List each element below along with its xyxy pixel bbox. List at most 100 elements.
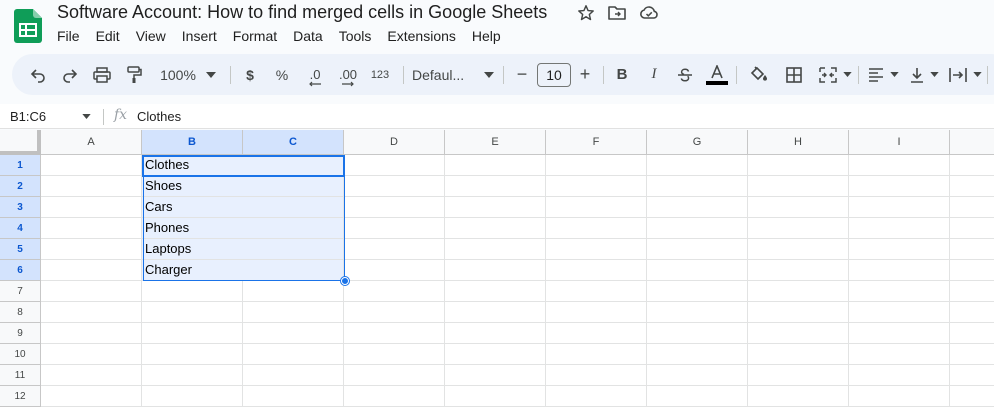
formula-input[interactable]: Clothes	[137, 109, 181, 124]
column-header-e[interactable]: E	[445, 130, 546, 155]
font-size-input[interactable]: 10	[537, 63, 571, 87]
cell-h7[interactable]	[748, 281, 849, 302]
cell-j7[interactable]	[950, 281, 994, 302]
menu-file[interactable]: File	[49, 26, 88, 47]
cell-j2[interactable]	[950, 176, 994, 197]
cell-j1[interactable]	[950, 155, 994, 176]
cell-f10[interactable]	[546, 344, 647, 365]
document-title[interactable]: Software Account: How to find merged cel…	[57, 2, 547, 23]
cell-i1[interactable]	[849, 155, 950, 176]
row-header-3[interactable]: 3	[0, 197, 41, 218]
cell-c11[interactable]	[243, 365, 344, 386]
cell-g11[interactable]	[647, 365, 748, 386]
name-box[interactable]: B1:C6	[10, 109, 46, 124]
column-header-d[interactable]: D	[344, 130, 445, 155]
decrease-decimal-button[interactable]: .0	[302, 54, 328, 95]
cell-c7[interactable]	[243, 281, 344, 302]
cell-j3[interactable]	[950, 197, 994, 218]
row-header-12[interactable]: 12	[0, 386, 41, 407]
cell-f8[interactable]	[546, 302, 647, 323]
redo-icon[interactable]	[58, 54, 82, 95]
cell-e1[interactable]	[445, 155, 546, 176]
cell-h5[interactable]	[748, 239, 849, 260]
cell-a11[interactable]	[41, 365, 142, 386]
font-family-select[interactable]: Defaul...	[412, 54, 494, 95]
cell-j11[interactable]	[950, 365, 994, 386]
text-color-icon[interactable]	[705, 54, 729, 95]
merged-cell-b4-c4[interactable]: Phones	[142, 218, 344, 239]
increase-font-size-button[interactable]: +	[575, 54, 595, 95]
cell-i2[interactable]	[849, 176, 950, 197]
cell-c10[interactable]	[243, 344, 344, 365]
cell-i11[interactable]	[849, 365, 950, 386]
cell-d2[interactable]	[344, 176, 445, 197]
cell-j6[interactable]	[950, 260, 994, 281]
cell-g6[interactable]	[647, 260, 748, 281]
cell-d9[interactable]	[344, 323, 445, 344]
cell-i12[interactable]	[849, 386, 950, 407]
cell-e12[interactable]	[445, 386, 546, 407]
cloud-status-icon[interactable]	[639, 4, 659, 22]
decrease-font-size-button[interactable]: −	[512, 54, 532, 95]
row-header-8[interactable]: 8	[0, 302, 41, 323]
cell-c9[interactable]	[243, 323, 344, 344]
menu-data[interactable]: Data	[285, 26, 331, 47]
menu-help[interactable]: Help	[464, 26, 509, 47]
cell-a8[interactable]	[41, 302, 142, 323]
cell-h2[interactable]	[748, 176, 849, 197]
print-icon[interactable]	[90, 54, 114, 95]
menu-tools[interactable]: Tools	[331, 26, 380, 47]
cell-d4[interactable]	[344, 218, 445, 239]
cell-g3[interactable]	[647, 197, 748, 218]
percent-format-button[interactable]: %	[271, 54, 293, 95]
menu-insert[interactable]: Insert	[174, 26, 225, 47]
merged-cell-b1-c1[interactable]: Clothes	[142, 155, 344, 176]
cell-i7[interactable]	[849, 281, 950, 302]
currency-format-button[interactable]: $	[240, 54, 260, 95]
cell-j12[interactable]	[950, 386, 994, 407]
cell-a3[interactable]	[41, 197, 142, 218]
cell-h11[interactable]	[748, 365, 849, 386]
column-header-g[interactable]: G	[647, 130, 748, 155]
cell-i9[interactable]	[849, 323, 950, 344]
row-header-7[interactable]: 7	[0, 281, 41, 302]
cell-f5[interactable]	[546, 239, 647, 260]
row-header-11[interactable]: 11	[0, 365, 41, 386]
cell-h10[interactable]	[748, 344, 849, 365]
row-header-2[interactable]: 2	[0, 176, 41, 197]
column-header-f[interactable]: F	[546, 130, 647, 155]
cell-f7[interactable]	[546, 281, 647, 302]
cell-g4[interactable]	[647, 218, 748, 239]
row-header-6[interactable]: 6	[0, 260, 41, 281]
horizontal-align-button[interactable]	[865, 54, 901, 95]
column-header-i[interactable]: I	[849, 130, 950, 155]
cell-g7[interactable]	[647, 281, 748, 302]
row-header-5[interactable]: 5	[0, 239, 41, 260]
row-header-4[interactable]: 4	[0, 218, 41, 239]
cell-h8[interactable]	[748, 302, 849, 323]
cell-d8[interactable]	[344, 302, 445, 323]
cell-c12[interactable]	[243, 386, 344, 407]
cell-a12[interactable]	[41, 386, 142, 407]
cell-e6[interactable]	[445, 260, 546, 281]
cell-f11[interactable]	[546, 365, 647, 386]
cell-b10[interactable]	[142, 344, 243, 365]
menu-extensions[interactable]: Extensions	[379, 26, 463, 47]
merged-cell-b5-c5[interactable]: Laptops	[142, 239, 344, 260]
italic-button[interactable]: I	[644, 54, 664, 95]
cell-d5[interactable]	[344, 239, 445, 260]
cell-g10[interactable]	[647, 344, 748, 365]
paint-format-icon[interactable]	[122, 54, 146, 95]
row-header-1[interactable]: 1	[0, 155, 41, 176]
cell-f2[interactable]	[546, 176, 647, 197]
cell-a10[interactable]	[41, 344, 142, 365]
cell-a4[interactable]	[41, 218, 142, 239]
cell-h4[interactable]	[748, 218, 849, 239]
cell-g8[interactable]	[647, 302, 748, 323]
cell-e3[interactable]	[445, 197, 546, 218]
cell-g9[interactable]	[647, 323, 748, 344]
cell-e5[interactable]	[445, 239, 546, 260]
cell-i6[interactable]	[849, 260, 950, 281]
cell-j5[interactable]	[950, 239, 994, 260]
borders-icon[interactable]	[782, 54, 806, 95]
